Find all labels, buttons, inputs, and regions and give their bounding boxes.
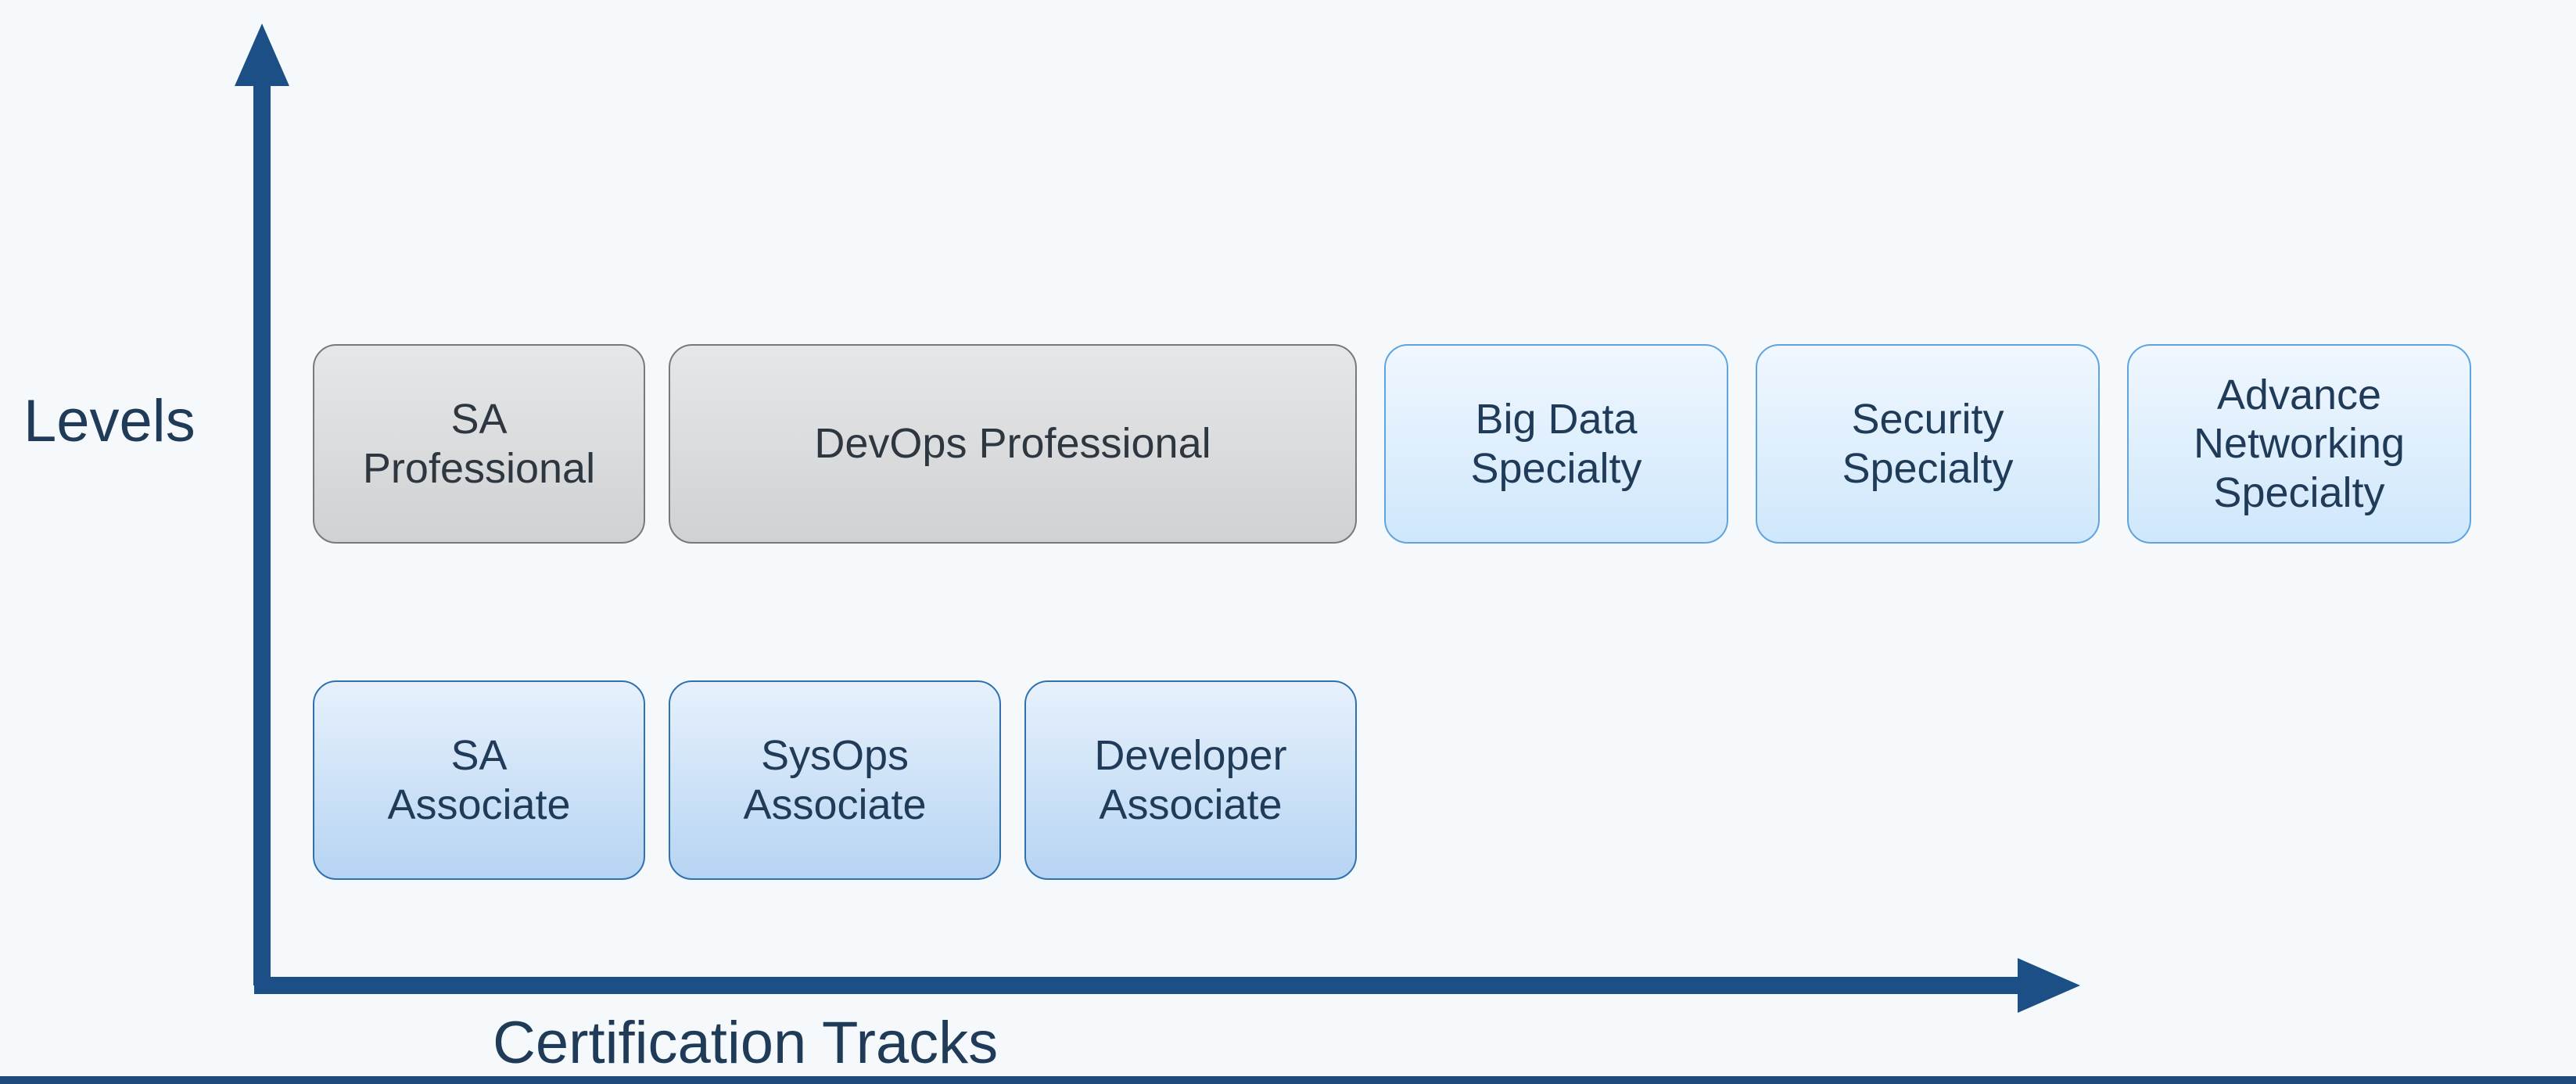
diagram-canvas: Levels Certification Tracks SAProfession… [0,0,2576,1084]
x-axis-label: Certification Tracks [493,1009,998,1077]
box-developer-associate: DeveloperAssociate [1024,680,1357,880]
box-sa-associate: SAAssociate [313,680,645,880]
box-security-specialty: SecuritySpecialty [1756,344,2100,544]
box-sysops-associate: SysOpsAssociate [669,680,1001,880]
box-advance-networking-specialty: AdvanceNetworkingSpecialty [2127,344,2471,544]
box-sa-professional: SAProfessional [313,344,645,544]
box-big-data-specialty: Big DataSpecialty [1384,344,1728,544]
box-devops-professional: DevOps Professional [669,344,1357,544]
bottom-strip [0,1076,2576,1084]
y-axis-label: Levels [23,387,196,455]
